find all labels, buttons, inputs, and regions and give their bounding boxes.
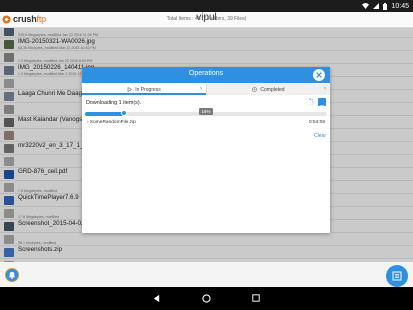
progress-percent-badge: 16% — [199, 108, 213, 115]
play-icon — [127, 87, 133, 92]
bell-icon — [8, 271, 16, 279]
notifications-button[interactable] — [5, 268, 19, 282]
tab-label: In Progress — [135, 86, 161, 93]
status-time: 10:45 — [391, 2, 409, 10]
operations-fab[interactable] — [386, 265, 408, 287]
recents-button[interactable] — [250, 292, 262, 304]
clock-icon — [252, 87, 258, 92]
home-button[interactable] — [200, 292, 212, 304]
back-icon — [153, 294, 159, 302]
list-icon — [392, 271, 402, 281]
recents-icon — [252, 294, 260, 302]
chevron-right-icon: › — [200, 86, 202, 92]
operation-status-text: Downloading 1 item(s). — [86, 100, 142, 106]
loading-spinner-icon — [306, 98, 314, 106]
dialog-header: Operations — [82, 67, 330, 83]
home-icon — [201, 293, 211, 303]
close-button[interactable] — [313, 69, 325, 81]
operations-dialog: Operations In Progress › Completed › Dow… — [82, 67, 330, 233]
wifi-icon — [362, 3, 370, 9]
tab-label: Completed — [260, 86, 285, 93]
dialog-title: Operations — [188, 70, 224, 77]
chevron-right-icon: › — [324, 86, 326, 92]
transfer-time-remaining: 0:54:08 — [308, 120, 325, 125]
close-icon — [316, 72, 322, 78]
clear-button[interactable]: Clear — [314, 133, 326, 139]
folder-summary: Total Items : 48 (7 Folders, 39 Files) — [166, 16, 247, 22]
operations-tabs: In Progress › Completed › — [82, 84, 330, 95]
progress-fill — [85, 112, 124, 116]
transfer-file-name: › SomeRandomFile.zip — [87, 120, 136, 125]
pause-button[interactable] — [318, 98, 326, 109]
pause-icon — [320, 105, 324, 109]
tab-in-progress[interactable]: In Progress › — [82, 84, 206, 95]
tab-completed[interactable]: Completed › — [206, 84, 330, 95]
back-button[interactable] — [150, 292, 162, 304]
system-nav-bar — [0, 287, 413, 310]
transfer-item[interactable]: › SomeRandomFile.zip 0:54:08 — [85, 119, 327, 130]
progress-handle — [120, 110, 127, 116]
battery-icon — [383, 2, 388, 10]
status-bar: 10:45 — [0, 0, 413, 12]
status-icons: 10:45 — [362, 0, 409, 12]
cellular-icon — [373, 3, 380, 9]
